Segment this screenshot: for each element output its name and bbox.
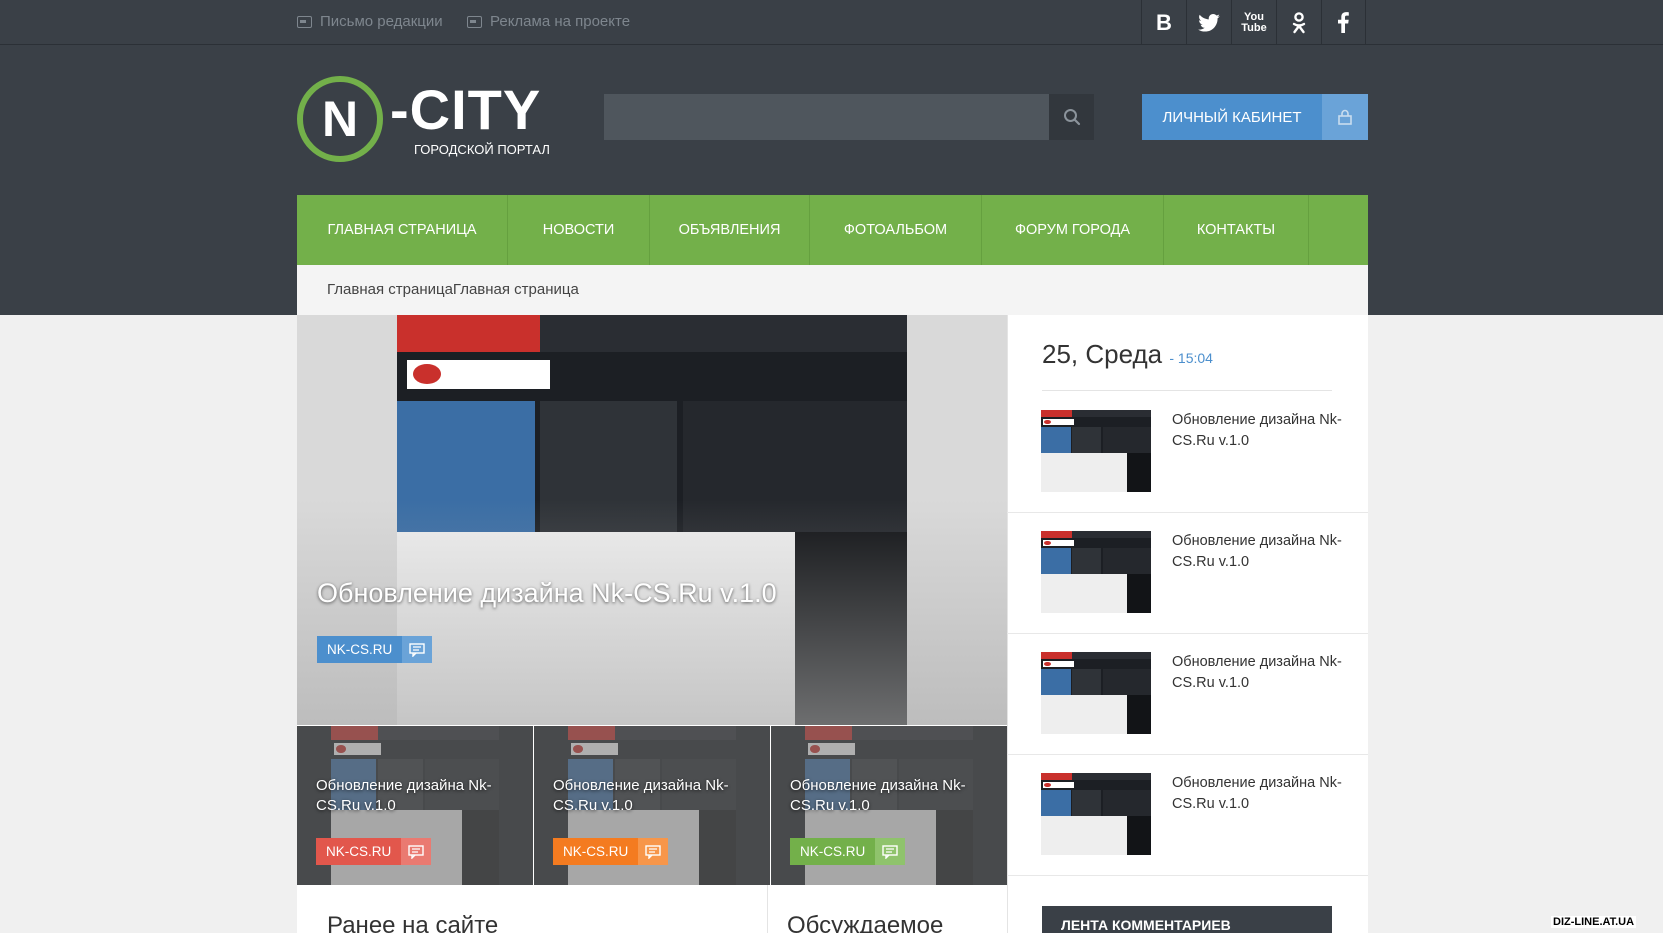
nav-forum[interactable]: ФОРУМ ГОРОДА bbox=[982, 195, 1164, 265]
sidebar-article-title[interactable]: Обновление дизайна Nk-CS.Ru v.1.0 bbox=[1172, 773, 1352, 815]
article-card-tag[interactable]: NK-CS.RU bbox=[316, 838, 432, 865]
date-text: 25, Среда bbox=[1042, 339, 1163, 369]
hero-tag-label: NK-CS.RU bbox=[317, 636, 403, 663]
article-card-title[interactable]: Обновление дизайна Nk-CS.Ru v.1.0 bbox=[553, 776, 743, 816]
sidebar-article-title[interactable]: Обновление дизайна Nk-CS.Ru v.1.0 bbox=[1172, 652, 1352, 694]
lock-icon bbox=[1338, 109, 1352, 125]
cabinet-lock-button[interactable] bbox=[1322, 94, 1368, 140]
nav-ads[interactable]: ОБЪЯВЛЕНИЯ bbox=[650, 195, 810, 265]
watermark: DIZ-LINE.AT.UA bbox=[1551, 916, 1637, 928]
time-text: - 15:04 bbox=[1169, 350, 1213, 366]
article-card-tag-label: NK-CS.RU bbox=[316, 838, 402, 865]
sidebar-article-thumb bbox=[1041, 410, 1151, 492]
sidebar-article[interactable]: Обновление дизайна Nk-CS.Ru v.1.0 bbox=[1007, 755, 1368, 876]
article-card[interactable]: Обновление дизайна Nk-CS.Ru v.1.0 NK-CS.… bbox=[534, 726, 770, 885]
discussed-heading: Обсуждаемое bbox=[787, 912, 944, 933]
nav-home[interactable]: ГЛАВНАЯ СТРАНИЦА bbox=[297, 195, 508, 265]
article-card-tag-label: NK-CS.RU bbox=[553, 838, 639, 865]
editor-letter-link[interactable]: Письмо редакции bbox=[297, 13, 443, 30]
sidebar-article[interactable]: Обновление дизайна Nk-CS.Ru v.1.0 bbox=[1007, 392, 1368, 513]
sidebar-article-title[interactable]: Обновление дизайна Nk-CS.Ru v.1.0 bbox=[1172, 410, 1352, 452]
article-card-title[interactable]: Обновление дизайна Nk-CS.Ru v.1.0 bbox=[790, 776, 980, 816]
vk-icon[interactable]: B bbox=[1141, 0, 1186, 45]
top-bar: Письмо редакции Реклама на проекте B You… bbox=[0, 0, 1663, 45]
earlier-on-site-heading: Ранее на сайте bbox=[327, 912, 499, 933]
logo-name: -CITY bbox=[390, 78, 542, 141]
section-divider bbox=[767, 885, 768, 933]
nav-photoalbum[interactable]: ФОТОАЛЬБОМ bbox=[810, 195, 982, 265]
advertising-label: Реклама на проекте bbox=[490, 13, 631, 30]
main-nav: ГЛАВНАЯ СТРАНИЦА НОВОСТИ ОБЪЯВЛЕНИЯ ФОТО… bbox=[297, 195, 1368, 265]
date-divider bbox=[1042, 390, 1332, 391]
breadcrumb[interactable]: Главная страницаГлавная страница bbox=[327, 281, 579, 298]
vk-letter: B bbox=[1156, 9, 1172, 35]
comment-icon bbox=[401, 838, 432, 865]
article-card[interactable]: Обновление дизайна Nk-CS.Ru v.1.0 NK-CS.… bbox=[771, 726, 1007, 885]
date-display: 25, Среда - 15:04 bbox=[1042, 339, 1213, 370]
hero-article[interactable]: Обновление дизайна Nk-CS.Ru v.1.0 NK-CS.… bbox=[297, 315, 1007, 725]
sidebar-article-title[interactable]: Обновление дизайна Nk-CS.Ru v.1.0 bbox=[1172, 531, 1352, 573]
advertising-link[interactable]: Реклама на проекте bbox=[467, 13, 630, 30]
sidebar-article-thumb bbox=[1041, 773, 1151, 855]
search-button[interactable] bbox=[1049, 94, 1094, 140]
youtube-text: You Tube bbox=[1241, 10, 1267, 34]
logo-mark[interactable]: N bbox=[297, 76, 383, 162]
breadcrumb-bar: Главная страницаГлавная страница bbox=[297, 265, 1368, 315]
sidebar-article-thumb bbox=[1041, 531, 1151, 613]
article-card-title[interactable]: Обновление дизайна Nk-CS.Ru v.1.0 bbox=[316, 776, 506, 816]
nav-news[interactable]: НОВОСТИ bbox=[508, 195, 650, 265]
logo-letter: N bbox=[321, 91, 359, 147]
article-card[interactable]: Обновление дизайна Nk-CS.Ru v.1.0 NK-CS.… bbox=[297, 726, 533, 885]
sidebar-article[interactable]: Обновление дизайна Nk-CS.Ru v.1.0 bbox=[1007, 634, 1368, 755]
comments-feed-label: ЛЕНТА КОММЕНТАРИЕВ bbox=[1061, 917, 1231, 933]
facebook-icon[interactable] bbox=[1321, 0, 1366, 45]
personal-cabinet-button[interactable]: ЛИЧНЫЙ КАБИНЕТ bbox=[1142, 94, 1322, 140]
search-input[interactable] bbox=[604, 94, 1049, 140]
sidebar-article[interactable]: Обновление дизайна Nk-CS.Ru v.1.0 bbox=[1007, 513, 1368, 634]
comment-icon bbox=[402, 636, 433, 663]
editor-letter-label: Письмо редакции bbox=[320, 13, 443, 30]
comment-icon bbox=[638, 838, 669, 865]
comment-icon bbox=[875, 838, 906, 865]
twitter-icon[interactable] bbox=[1186, 0, 1231, 45]
ad-icon bbox=[467, 15, 482, 28]
hero-title[interactable]: Обновление дизайна Nk-CS.Ru v.1.0 bbox=[317, 578, 777, 609]
comments-feed-header[interactable]: ЛЕНТА КОММЕНТАРИЕВ bbox=[1042, 906, 1332, 933]
odnoklassniki-icon[interactable] bbox=[1276, 0, 1321, 45]
nav-contacts[interactable]: КОНТАКТЫ bbox=[1164, 195, 1309, 265]
article-card-tag[interactable]: NK-CS.RU bbox=[553, 838, 669, 865]
logo-subtitle: ГОРОДСКОЙ ПОРТАЛ bbox=[414, 142, 550, 157]
search-icon bbox=[1063, 109, 1080, 126]
article-card-tag[interactable]: NK-CS.RU bbox=[790, 838, 906, 865]
youtube-icon[interactable]: You Tube bbox=[1231, 0, 1276, 45]
sidebar-article-thumb bbox=[1041, 652, 1151, 734]
hero-tag[interactable]: NK-CS.RU bbox=[317, 636, 433, 663]
article-card-tag-label: NK-CS.RU bbox=[790, 838, 876, 865]
mail-icon bbox=[297, 15, 312, 28]
